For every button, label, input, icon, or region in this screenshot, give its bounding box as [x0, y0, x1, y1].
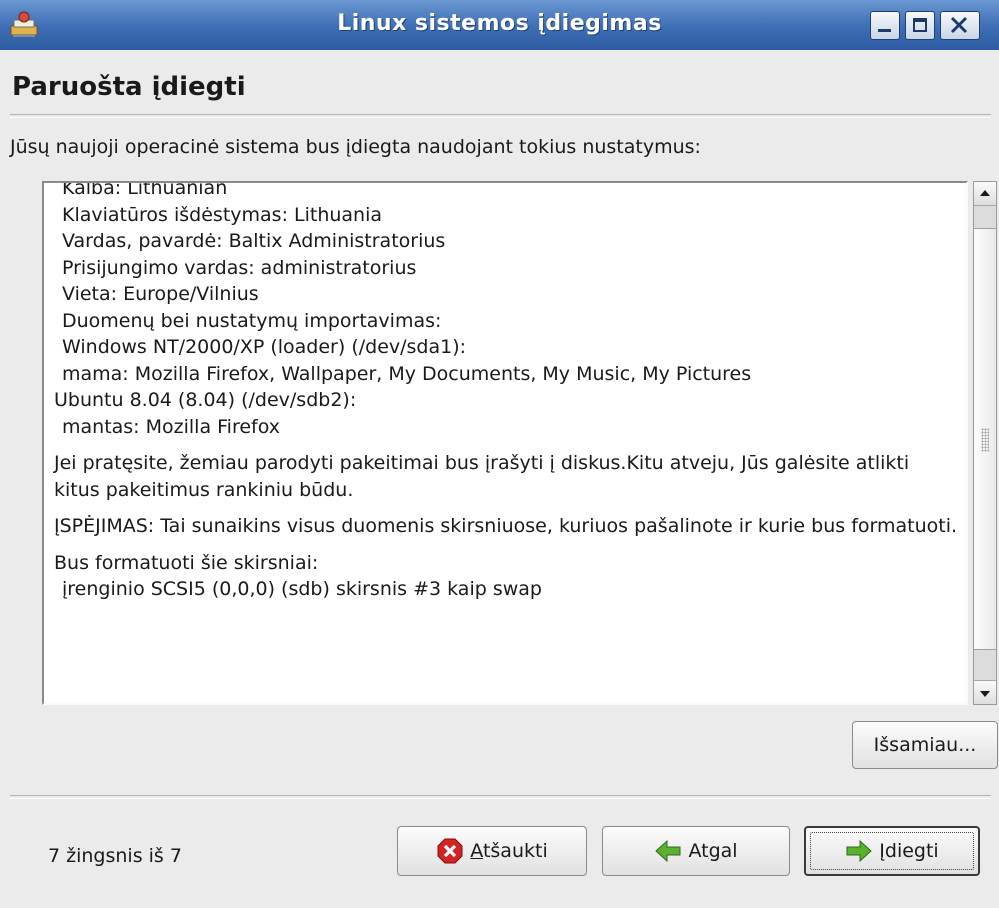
window-title: Linux sistemos įdiegimas: [337, 11, 662, 36]
summary-line: Ubuntu 8.04 (8.04) (/dev/sdb2):: [54, 389, 357, 411]
step-indicator: 7 žingsnis iš 7: [48, 845, 182, 867]
back-label: Atgal: [688, 840, 738, 862]
scrollbar-thumb[interactable]: [974, 228, 996, 650]
summary-paragraph: Jei pratęsite, žemiau parodyti pakeitima…: [54, 452, 910, 501]
minimize-button[interactable]: [870, 11, 900, 40]
stop-x-icon: [437, 838, 463, 864]
back-button[interactable]: Atgal: [602, 826, 790, 876]
scroll-up-button[interactable]: [974, 182, 996, 206]
summary-line: mantas: Mozilla Firefox: [62, 415, 281, 438]
summary-line: mama: Mozilla Firefox, Wallpaper, My Doc…: [62, 362, 752, 385]
focus-ring: [810, 832, 974, 870]
format-heading: Bus formatuoti šie skirsniai:: [54, 551, 319, 574]
summary-textview[interactable]: Kalba: Lithuanian Klaviatūros išdėstymas…: [42, 181, 968, 705]
details-label: Išsamiau...: [873, 734, 977, 756]
maximize-icon: [913, 18, 927, 32]
summary-line: Prisijungimo vardas: administratorius: [62, 256, 417, 279]
format-item: įrenginio SCSI5 (0,0,0) (sdb) skirsnis #…: [62, 578, 542, 600]
summary-line: Klaviatūros išdėstymas: Lithuania: [62, 203, 383, 226]
arrow-up-icon: [980, 190, 990, 196]
installer-window: Linux sistemos įdiegimas Paruošta įdiegt…: [0, 0, 999, 908]
vertical-scrollbar[interactable]: [973, 181, 997, 705]
close-icon: [950, 16, 968, 34]
summary-line: Kalba: Lithuanian: [62, 181, 228, 199]
arrow-down-icon: [980, 691, 990, 697]
install-button[interactable]: Įdiegti: [804, 826, 980, 876]
maximize-button[interactable]: [905, 11, 935, 40]
footer-separator: [10, 795, 991, 799]
arrow-left-icon: [655, 839, 681, 863]
page-title: Paruošta įdiegti: [12, 72, 246, 102]
title-bar[interactable]: Linux sistemos įdiegimas: [0, 0, 999, 50]
summary-line: Vardas, pavardė: Baltix Administratorius: [62, 230, 446, 252]
details-button[interactable]: Išsamiau...: [852, 721, 998, 769]
cancel-button[interactable]: Atšaukti: [397, 826, 587, 876]
intro-text: Jūsų naujoji operacinė sistema bus įdieg…: [10, 136, 701, 158]
grip-icon: [981, 428, 989, 452]
header-separator: [10, 114, 991, 118]
minimize-icon: [878, 29, 891, 32]
warning-paragraph: ĮSPĖJIMAS: Tai sunaikins visus duomenis …: [54, 515, 958, 537]
summary-line: Duomenų bei nustatymų importavimas:: [62, 309, 442, 332]
summary-line: Vieta: Europe/Vilnius: [62, 283, 259, 305]
summary-line: Windows NT/2000/XP (loader) (/dev/sda1):: [62, 336, 467, 358]
cancel-label: Atšaukti: [470, 840, 548, 862]
close-button[interactable]: [940, 11, 980, 40]
scroll-down-button[interactable]: [974, 680, 996, 704]
